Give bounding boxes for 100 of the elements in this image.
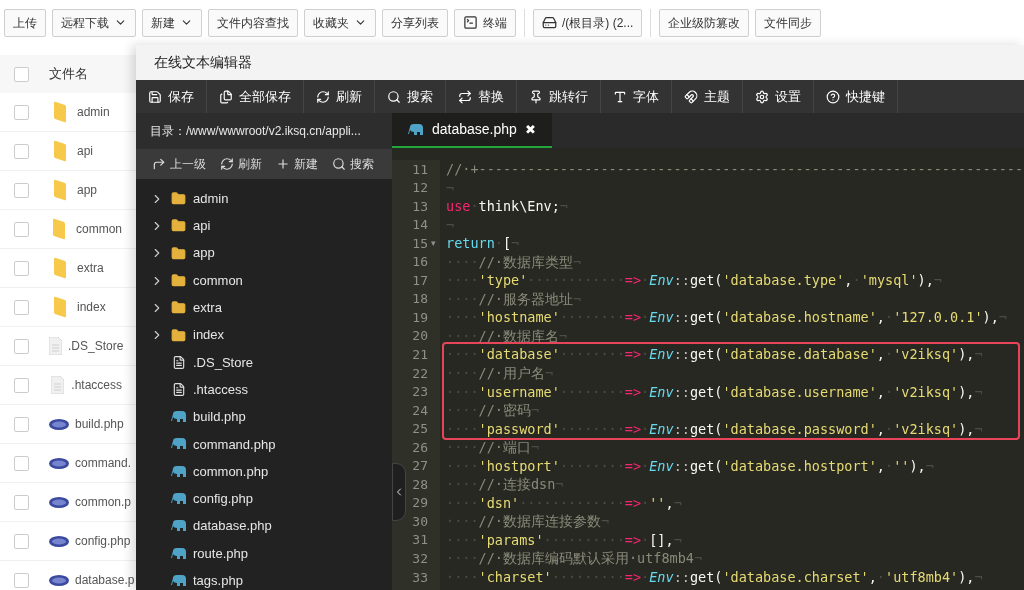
checkbox[interactable] bbox=[14, 182, 29, 198]
code-line: use·think\Env;¬ bbox=[446, 197, 568, 216]
oval-badge-icon bbox=[49, 535, 69, 547]
checkbox[interactable] bbox=[14, 533, 29, 549]
checkbox[interactable] bbox=[14, 455, 29, 471]
code-line: ····'username'········=>·Env::get('database.username',·'v2iksq'),¬ bbox=[446, 382, 983, 402]
toolbar-button[interactable]: 文件内容查找 bbox=[208, 8, 298, 37]
toolbar-button[interactable]: 企业级防篡改 bbox=[659, 8, 750, 37]
code-line: ····'charset'·········=>·Env::get('database.charset',·'utf8mb4'),¬ bbox=[446, 568, 983, 587]
tree-item[interactable]: build.php bbox=[136, 403, 392, 431]
file-name[interactable]: api bbox=[77, 142, 93, 160]
action-button[interactable]: 搜索 bbox=[332, 155, 374, 173]
toolbar-button[interactable]: 远程下载 bbox=[52, 8, 136, 37]
checkbox[interactable] bbox=[14, 221, 29, 237]
oval-badge-icon bbox=[49, 496, 69, 508]
toolbar-button[interactable]: 分享列表 bbox=[382, 8, 448, 37]
line-number: 21 bbox=[412, 346, 428, 364]
code-line: return·[¬ bbox=[446, 234, 520, 253]
checkbox[interactable] bbox=[14, 494, 29, 510]
action-button[interactable]: 刷新 bbox=[220, 155, 262, 173]
file-icon bbox=[171, 382, 186, 398]
file-name[interactable]: command. bbox=[75, 454, 132, 472]
toolbar-button[interactable]: 文件同步 bbox=[755, 8, 822, 37]
fold-marker[interactable]: ▾ bbox=[430, 236, 436, 251]
code-line: ¬ bbox=[446, 215, 455, 235]
toolbar-button[interactable]: /(根目录) (2... bbox=[533, 8, 643, 37]
folder-icon bbox=[52, 218, 67, 240]
file-name[interactable]: database.p bbox=[75, 571, 135, 589]
line-number: 29 bbox=[412, 494, 428, 513]
tree-item[interactable]: database.php bbox=[136, 512, 392, 540]
file-name[interactable]: app bbox=[77, 181, 98, 199]
code-line: ····//·数据库编码默认采用·utf8mb4¬ bbox=[446, 549, 703, 569]
checkbox[interactable] bbox=[14, 338, 29, 354]
file-name[interactable]: extra bbox=[77, 259, 104, 277]
folder-icon bbox=[171, 273, 186, 289]
checkbox[interactable] bbox=[14, 143, 29, 159]
toolbar-button[interactable]: 收藏夹 bbox=[304, 8, 376, 37]
close-icon[interactable]: ✖ bbox=[524, 119, 536, 140]
file-icon bbox=[50, 376, 64, 394]
line-number: 24 bbox=[412, 401, 428, 420]
toolbar-button[interactable]: 上传 bbox=[4, 8, 46, 37]
swap-arrows-icon bbox=[458, 89, 472, 104]
editor-tab[interactable]: database.php ✖ bbox=[392, 113, 552, 148]
help-icon bbox=[826, 89, 840, 104]
tree-item[interactable]: app bbox=[136, 239, 392, 267]
checkbox[interactable] bbox=[14, 572, 29, 588]
tree-item[interactable]: tags.php bbox=[136, 567, 392, 590]
line-number: 16 bbox=[412, 253, 428, 272]
tree-item[interactable]: config.php bbox=[136, 485, 392, 513]
line-number: 23 bbox=[412, 383, 428, 402]
action-button[interactable]: 新建 bbox=[276, 155, 318, 173]
code-line: ····//·数据库连接参数¬ bbox=[446, 512, 610, 531]
file-name[interactable]: .htaccess bbox=[71, 376, 122, 394]
file-name[interactable]: build.php bbox=[75, 415, 124, 433]
tree-item[interactable]: .DS_Store bbox=[136, 348, 392, 377]
file-name[interactable]: config.php bbox=[75, 532, 131, 550]
code-line: ····//·服务器地址¬ bbox=[446, 289, 582, 309]
action-button[interactable]: 上一级 bbox=[152, 155, 206, 173]
plus-icon bbox=[276, 157, 290, 171]
code-line: ····//·用户名¬ bbox=[446, 364, 554, 383]
toolbar-button[interactable]: 新建 bbox=[142, 8, 202, 37]
file-name[interactable]: .DS_Store bbox=[68, 337, 124, 355]
line-number: 13 bbox=[412, 197, 428, 216]
code-line: ····'database'········=>·Env::get('database.database',·'v2iksq'),¬ bbox=[446, 345, 983, 364]
tree-item[interactable]: .htaccess bbox=[136, 376, 392, 404]
tree-item[interactable]: common.php bbox=[136, 457, 392, 486]
tree-item[interactable]: route.php bbox=[136, 539, 392, 568]
tree-item[interactable]: common bbox=[136, 266, 392, 295]
toolbar-button[interactable]: 终端 bbox=[454, 8, 516, 37]
code-line: ····//·连接dsn¬ bbox=[446, 475, 564, 494]
file-name[interactable]: common bbox=[76, 220, 122, 238]
file-name[interactable]: admin bbox=[77, 103, 110, 121]
elephant-icon bbox=[170, 574, 187, 587]
code-line: ····'type'············=>·Env::get('database.type',·'mysql'),¬ bbox=[446, 271, 942, 290]
checkbox[interactable] bbox=[14, 377, 29, 393]
checkbox[interactable] bbox=[14, 299, 29, 315]
line-number: 17 bbox=[412, 271, 428, 290]
column-header: 文件名 bbox=[49, 65, 88, 84]
file-name[interactable]: index bbox=[77, 298, 106, 316]
terminal-icon bbox=[463, 15, 478, 30]
folder-icon bbox=[53, 257, 67, 279]
checkbox[interactable] bbox=[14, 260, 29, 276]
elephant-icon bbox=[170, 465, 187, 478]
tree-item[interactable]: command.php bbox=[136, 430, 392, 458]
code-line: ····'password'········=>·Env::get('database.password',·'v2iksq'),¬ bbox=[446, 419, 983, 439]
refresh-icon bbox=[220, 157, 234, 171]
checkbox[interactable] bbox=[14, 66, 29, 82]
file-icon bbox=[49, 337, 62, 355]
tree-item[interactable]: extra bbox=[136, 294, 392, 322]
line-number: 33 bbox=[412, 568, 428, 587]
tree-item[interactable]: admin bbox=[136, 185, 392, 213]
tree-item[interactable]: index bbox=[136, 321, 392, 349]
folder-icon bbox=[171, 245, 186, 261]
tree-item[interactable]: api bbox=[136, 212, 392, 240]
file-name[interactable]: common.p bbox=[75, 493, 132, 511]
checkbox[interactable] bbox=[14, 104, 29, 120]
folder-icon bbox=[171, 327, 186, 343]
collapse-handle[interactable] bbox=[392, 463, 406, 521]
checkbox[interactable] bbox=[14, 416, 29, 432]
oval-badge-icon bbox=[49, 457, 69, 469]
